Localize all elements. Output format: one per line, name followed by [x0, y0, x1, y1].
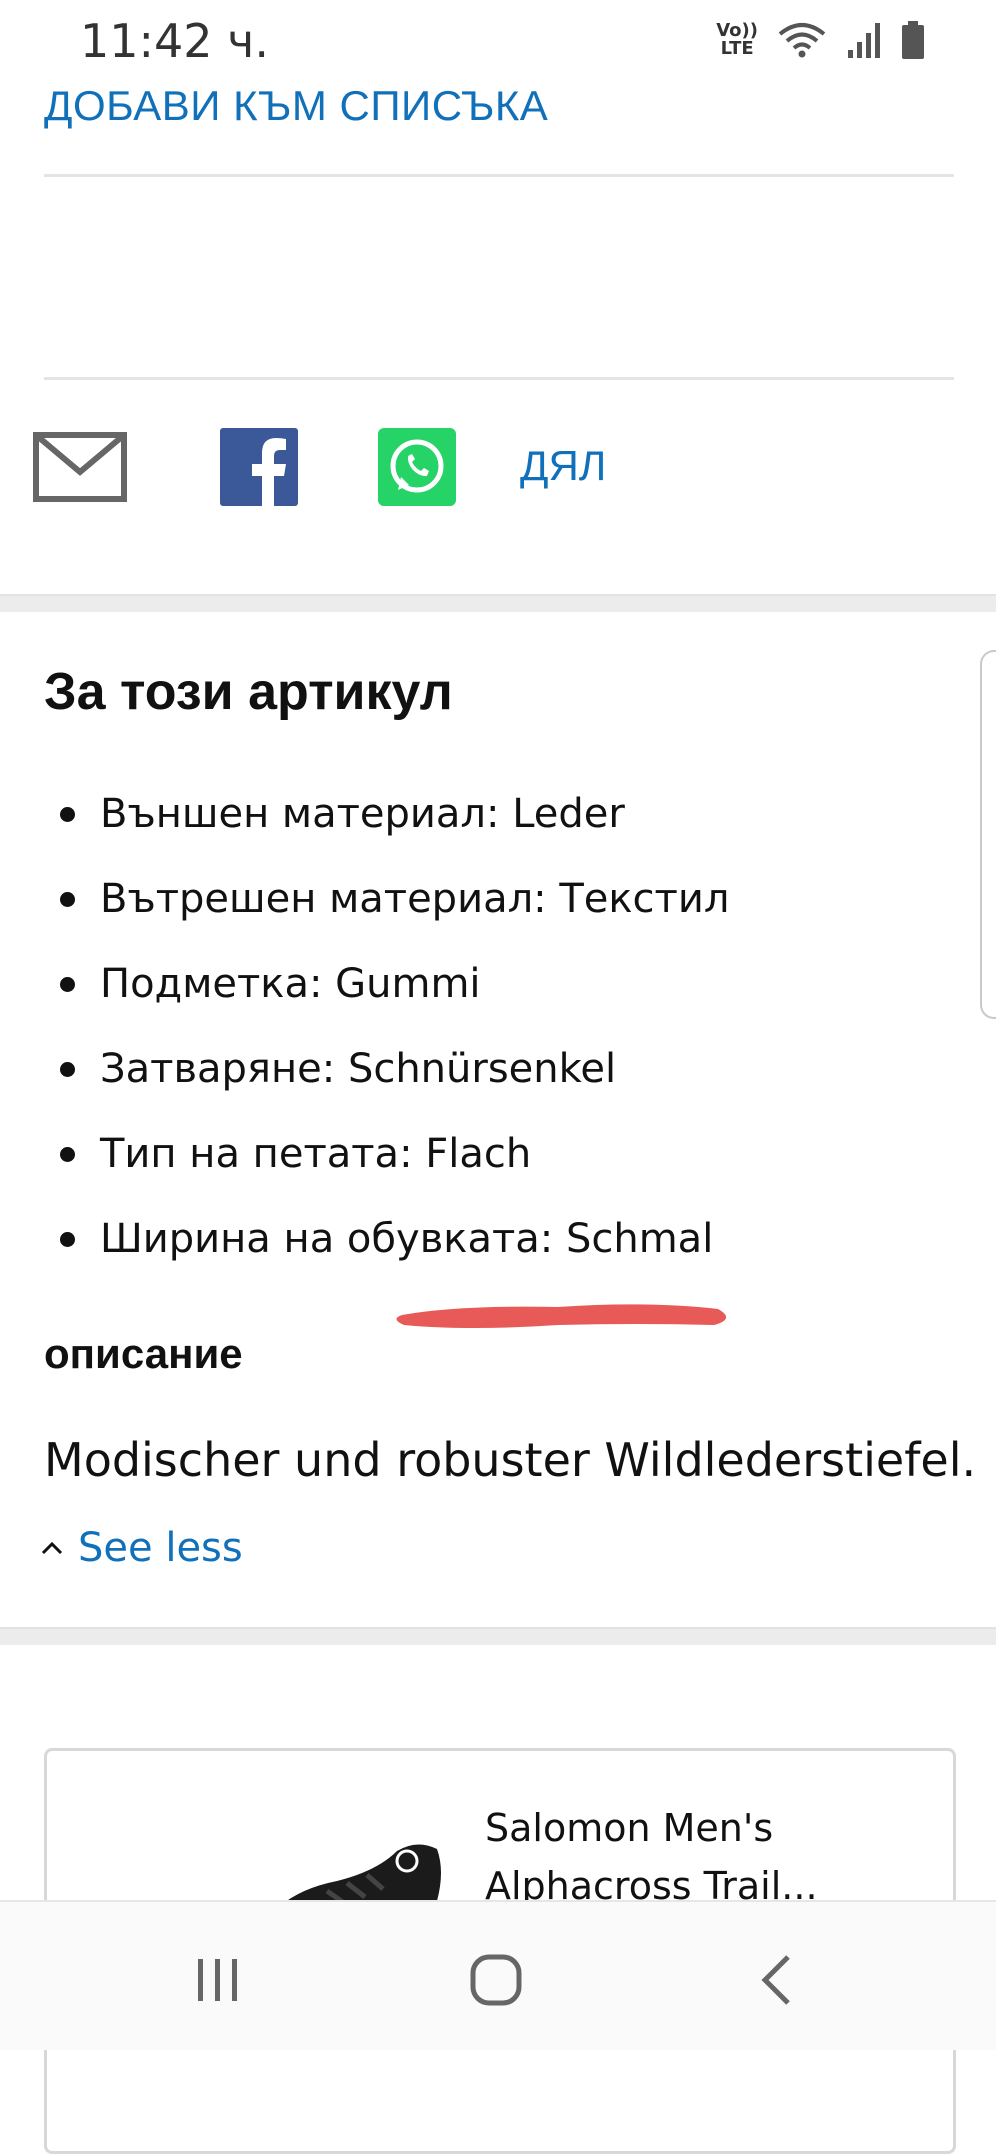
feature-list: Външен материал: Leder Вътрешен материал… [44, 790, 729, 1300]
feature-text: Външен материал: Leder [100, 791, 625, 837]
wifi-icon [778, 23, 826, 58]
description-title: описание [44, 1330, 243, 1377]
bullet [60, 1147, 75, 1162]
feature-text: Тип на петата: Flach [100, 1131, 532, 1177]
section-separator [0, 594, 996, 612]
feature-item: Тип на петата: Flach [44, 1130, 729, 1215]
feature-item: Затваряне: Schnürsenkel [44, 1045, 729, 1130]
status-time: 11:42 ч. [80, 14, 269, 68]
see-less-label[interactable]: See less [78, 1525, 243, 1571]
back-icon [761, 1955, 790, 2005]
feature-text: Вътрешен материал: Текстил [100, 876, 730, 922]
home-icon [470, 1954, 522, 2006]
battery-icon [902, 21, 924, 59]
status-icons: Vo)) LTE [716, 18, 926, 62]
divider [44, 174, 954, 177]
about-title: За този артикул [44, 663, 453, 721]
bullet [60, 807, 75, 822]
feature-item: Подметка: Gummi [44, 960, 729, 1045]
back-button[interactable] [736, 1940, 816, 2020]
feature-text: Ширина на обувката: Schmal [100, 1216, 714, 1262]
recent-apps-button[interactable] [178, 1940, 258, 2020]
section-separator [0, 1627, 996, 1645]
facebook-icon[interactable] [220, 428, 298, 506]
signal-icon [848, 23, 880, 58]
divider [44, 377, 954, 380]
whatsapp-icon[interactable] [378, 428, 456, 506]
feature-text: Подметка: Gummi [100, 961, 481, 1007]
bullet [60, 1232, 75, 1247]
add-to-list-link[interactable]: ДОБАВИ КЪМ СПИСЪКА [44, 82, 548, 130]
status-bar: 11:42 ч. Vo)) LTE [0, 0, 996, 80]
product-title[interactable]: Salomon Men's Alphacross Trail... [485, 1799, 925, 1915]
scroll-indicator[interactable] [980, 650, 996, 1019]
share-label[interactable]: ДЯЛ [520, 442, 606, 490]
lte-label: LTE [720, 38, 754, 59]
product-title-line: Salomon Men's [485, 1806, 774, 1850]
chevron-up-icon [41, 1541, 63, 1555]
navigation-bar [0, 1900, 996, 2050]
feature-item: Вътрешен материал: Текстил [44, 875, 729, 960]
feature-item: Външен материал: Leder [44, 790, 729, 875]
email-icon[interactable] [33, 432, 127, 502]
see-less-toggle[interactable]: See less [40, 1525, 243, 1571]
home-button[interactable] [456, 1940, 536, 2020]
recent-apps-icon [198, 1959, 237, 2001]
feature-text: Затваряне: Schnürsenkel [100, 1046, 617, 1092]
bullet [60, 1062, 75, 1077]
share-row: ДЯЛ [0, 420, 996, 520]
bullet [60, 892, 75, 907]
highlight-mark [396, 1304, 727, 1328]
description-text: Modischer und robuster Wildlederstiefel. [44, 1433, 977, 1487]
bullet [60, 977, 75, 992]
volte-lte-icon: Vo)) LTE [716, 22, 758, 58]
